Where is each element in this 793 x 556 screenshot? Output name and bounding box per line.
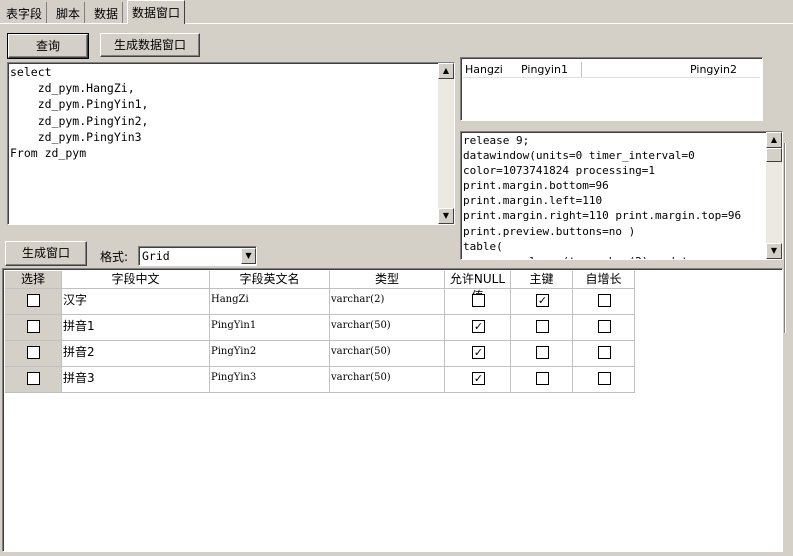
nullable-checkbox[interactable]: ✓ (472, 346, 485, 359)
preview-header-pingyin1: Pingyin1 (521, 63, 568, 76)
pk-checkbox[interactable] (536, 372, 549, 385)
window-right-border (784, 143, 786, 333)
format-value: Grid (142, 249, 170, 263)
grid-header-select: 选择 (5, 271, 62, 289)
grid-cell-type[interactable]: varchar(50) (330, 367, 445, 393)
sql-editor[interactable]: select zd_pym.HangZi, zd_pym.PingYin1, z… (7, 62, 455, 225)
pk-checkbox[interactable]: ✓ (536, 294, 549, 307)
grid-cell-en[interactable]: PingYin3 (210, 367, 330, 393)
tab-script[interactable]: 脚本 (52, 2, 86, 23)
grid-cell-nullable: ✓ (445, 341, 511, 367)
grid-cell-auto (573, 289, 635, 315)
grid-cell-auto (573, 367, 635, 393)
nullable-checkbox[interactable]: ✓ (472, 320, 485, 333)
grid-cell-nullable: ✓ (445, 367, 511, 393)
tab-datawindow[interactable]: 数据窗口 (127, 0, 186, 24)
grid-cell-pk: ✓ (511, 289, 573, 315)
grid-header-primary-key: 主键 (511, 271, 573, 289)
grid-cell-en[interactable]: PingYin1 (210, 315, 330, 341)
query-button[interactable]: 查询 (7, 33, 89, 59)
auto-checkbox[interactable] (598, 372, 611, 385)
grid-header-nullable: 允许NULL值 (445, 271, 511, 303)
grid-cell-type[interactable]: varchar(50) (330, 315, 445, 341)
auto-checkbox[interactable] (598, 294, 611, 307)
scroll-up-arrow-icon[interactable]: ▲ (766, 132, 782, 148)
field-grid[interactable]: 选择 字段中文 字段英文名 类型 允许NULL值 主键 自增长 汉字HangZi… (2, 268, 783, 552)
grid-cell-type[interactable]: varchar(2) (330, 289, 445, 315)
grid-header-cn-name: 字段中文 (62, 271, 210, 289)
syntax-scrollbar[interactable]: ▲ ▼ (766, 132, 782, 259)
grid-cell-select (5, 289, 62, 315)
generate-window-button[interactable]: 生成窗口 (5, 241, 87, 266)
grid-cell-select (5, 315, 62, 341)
grid-cell-cn[interactable]: 拼音3 (62, 367, 210, 393)
grid-cell-en[interactable]: PingYin2 (210, 341, 330, 367)
pk-checkbox[interactable] (536, 320, 549, 333)
grid-cell-pk (511, 341, 573, 367)
grid-header-auto-increment: 自增长 (573, 271, 635, 289)
tab-data[interactable]: 数据 (90, 2, 124, 23)
select-checkbox[interactable] (27, 294, 40, 307)
grid-header-en-name: 字段英文名 (210, 271, 330, 289)
preview-header-divider (581, 62, 582, 77)
syntax-editor[interactable]: release 9; datawindow(units=0 timer_inte… (460, 131, 783, 260)
scroll-thumb[interactable] (766, 148, 782, 162)
datawindow-preview[interactable]: Hangzi Pingyin1 Pingyin2 (460, 57, 763, 121)
grid-cell-cn[interactable]: 拼音1 (62, 315, 210, 341)
nullable-checkbox[interactable] (472, 294, 485, 307)
sql-text: select zd_pym.HangZi, zd_pym.PingYin1, z… (10, 65, 149, 161)
select-checkbox[interactable] (27, 346, 40, 359)
grid-cell-cn[interactable]: 拼音2 (62, 341, 210, 367)
chevron-down-icon[interactable]: ▼ (241, 248, 256, 264)
grid-cell-type[interactable]: varchar(50) (330, 341, 445, 367)
grid-cell-nullable (445, 289, 511, 315)
grid-cell-auto (573, 341, 635, 367)
grid-header-type: 类型 (330, 271, 445, 289)
preview-header-line (463, 77, 760, 78)
sql-scrollbar[interactable]: ▲ ▼ (438, 63, 454, 224)
format-select[interactable]: Grid ▼ (138, 246, 257, 266)
nullable-checkbox[interactable]: ✓ (472, 372, 485, 385)
grid-cell-pk (511, 315, 573, 341)
tab-table-fields[interactable]: 表字段 (2, 2, 48, 23)
grid-cell-cn[interactable]: 汉字 (62, 289, 210, 315)
grid-cell-auto (573, 315, 635, 341)
tab-divider (0, 23, 793, 24)
select-checkbox[interactable] (27, 320, 40, 333)
preview-header-hangzi: Hangzi (465, 63, 503, 76)
select-checkbox[interactable] (27, 372, 40, 385)
grid-cell-pk (511, 367, 573, 393)
grid-cell-select (5, 341, 62, 367)
auto-checkbox[interactable] (598, 320, 611, 333)
preview-header-pingyin2: Pingyin2 (690, 63, 737, 76)
syntax-text: release 9; datawindow(units=0 timer_inte… (463, 134, 742, 259)
grid-cell-nullable: ✓ (445, 315, 511, 341)
grid-cell-select (5, 367, 62, 393)
pk-checkbox[interactable] (536, 346, 549, 359)
grid-cell-en[interactable]: HangZi (210, 289, 330, 315)
format-label: 格式: (100, 250, 129, 264)
auto-checkbox[interactable] (598, 346, 611, 359)
scroll-up-arrow-icon[interactable]: ▲ (438, 63, 454, 79)
scroll-down-arrow-icon[interactable]: ▼ (438, 208, 454, 224)
scroll-down-arrow-icon[interactable]: ▼ (766, 243, 782, 259)
generate-datawindow-button[interactable]: 生成数据窗口 (100, 33, 200, 57)
